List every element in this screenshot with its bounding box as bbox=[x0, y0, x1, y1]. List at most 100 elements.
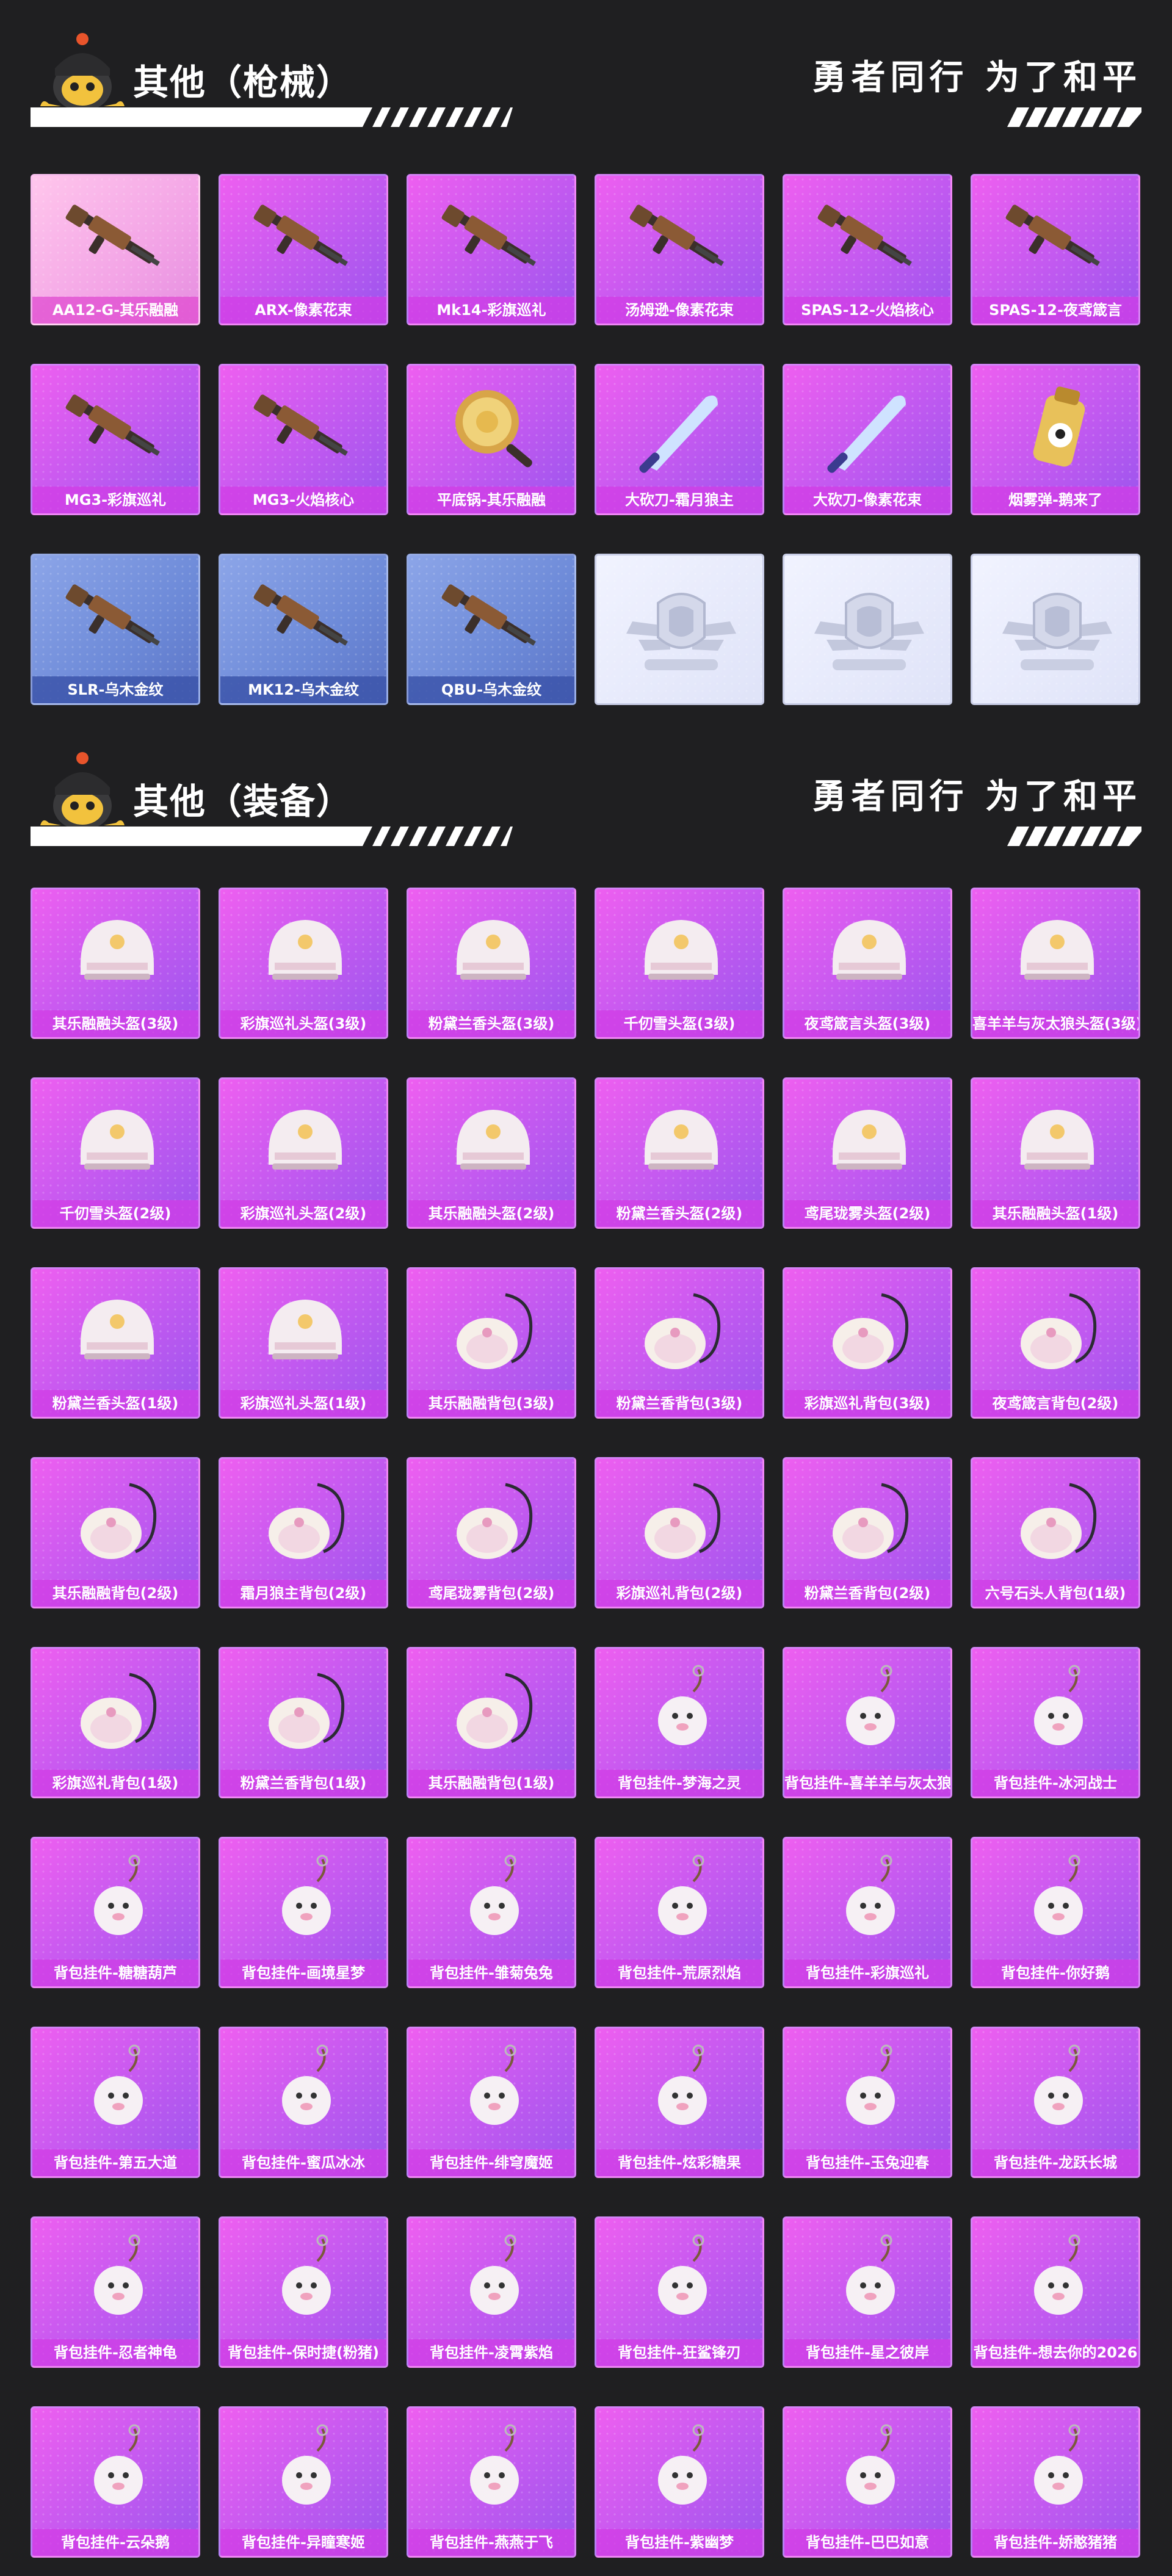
item-label: 彩旗巡礼背包(3级) bbox=[784, 1390, 950, 1417]
item-label: SPAS-12-火焰核心 bbox=[784, 297, 950, 324]
item-card[interactable]: Mk14-彩旗巡礼 bbox=[407, 174, 576, 325]
item-card[interactable]: 鸢尾珑雾背包(2级) bbox=[407, 1457, 576, 1608]
item-card[interactable]: 背包挂件-忍者神龟 bbox=[31, 2216, 200, 2368]
item-card[interactable]: SPAS-12-火焰核心 bbox=[783, 174, 952, 325]
gun-icon bbox=[250, 569, 360, 667]
item-card[interactable]: 背包挂件-彩旗巡礼 bbox=[783, 1837, 952, 1988]
item-label: 背包挂件-绯穹魔姬 bbox=[408, 2149, 574, 2176]
item-card[interactable]: 千仞雪头盔(2级) bbox=[31, 1077, 200, 1229]
item-label: 鸢尾珑雾背包(2级) bbox=[408, 1580, 574, 1607]
item-card[interactable]: 背包挂件-玉兔迎春 bbox=[783, 2027, 952, 2178]
item-card[interactable]: 背包挂件-荒原烈焰 bbox=[595, 1837, 764, 1988]
item-card[interactable]: MK12-乌木金纹 bbox=[219, 554, 388, 705]
item-card[interactable]: 其乐融融背包(2级) bbox=[31, 1457, 200, 1608]
item-card[interactable]: 汤姆逊-像素花束 bbox=[595, 174, 764, 325]
item-card[interactable]: 背包挂件-凌霄紫焰 bbox=[407, 2216, 576, 2368]
section-slogan: 勇者同行 为了和平 bbox=[812, 777, 1141, 817]
item-label: 背包挂件-异瞳寒姬 bbox=[220, 2529, 386, 2556]
item-card[interactable]: 背包挂件-炫彩糖果 bbox=[595, 2027, 764, 2178]
item-card[interactable]: 六号石头人背包(1级) bbox=[971, 1457, 1140, 1608]
item-label: 背包挂件-彩旗巡礼 bbox=[784, 1959, 950, 1986]
item-label: 夜鸢箴言头盔(3级) bbox=[784, 1010, 950, 1037]
item-card[interactable]: 其乐融融头盔(1级) bbox=[971, 1077, 1140, 1229]
item-card[interactable]: 背包挂件-雏菊兔兔 bbox=[407, 1837, 576, 1988]
item-card[interactable]: 粉黛兰香头盔(2级) bbox=[595, 1077, 764, 1229]
item-card[interactable] bbox=[783, 554, 952, 705]
item-label: 背包挂件-玉兔迎春 bbox=[784, 2149, 950, 2176]
item-card[interactable]: 彩旗巡礼背包(1级) bbox=[31, 1647, 200, 1798]
item-card[interactable]: 喜羊羊与灰太狼头盔(3级) bbox=[971, 888, 1140, 1039]
item-label: 千仞雪头盔(3级) bbox=[596, 1010, 762, 1037]
item-card[interactable]: 其乐融融头盔(2级) bbox=[407, 1077, 576, 1229]
item-card[interactable]: 彩旗巡礼背包(2级) bbox=[595, 1457, 764, 1608]
item-card[interactable]: 背包挂件-第五大道 bbox=[31, 2027, 200, 2178]
item-card[interactable]: 背包挂件-冰河战士 bbox=[971, 1647, 1140, 1798]
item-card[interactable] bbox=[971, 554, 1140, 705]
item-card[interactable]: AA12-G-其乐融融 bbox=[31, 174, 200, 325]
item-card[interactable]: 背包挂件-你好鹅 bbox=[971, 1837, 1140, 1988]
item-card[interactable]: 其乐融融背包(3级) bbox=[407, 1267, 576, 1419]
item-card[interactable]: 背包挂件-星之彼岸 bbox=[783, 2216, 952, 2368]
section-title: 其他（装备） bbox=[133, 781, 353, 822]
item-card[interactable]: 彩旗巡礼背包(3级) bbox=[783, 1267, 952, 1419]
item-card[interactable]: SPAS-12-夜鸢箴言 bbox=[971, 174, 1140, 325]
item-card[interactable]: 背包挂件-娇憨猪猪 bbox=[971, 2406, 1140, 2558]
item-card[interactable]: 夜鸢箴言背包(2级) bbox=[971, 1267, 1140, 1419]
item-card[interactable]: 粉黛兰香头盔(1级) bbox=[31, 1267, 200, 1419]
item-card[interactable]: ARX-像素花束 bbox=[219, 174, 388, 325]
item-card[interactable]: 其乐融融背包(1级) bbox=[407, 1647, 576, 1798]
item-card[interactable]: 背包挂件-绯穹魔姬 bbox=[407, 2027, 576, 2178]
item-card[interactable]: 背包挂件-龙跃长城 bbox=[971, 2027, 1140, 2178]
item-label: 其乐融融头盔(1级) bbox=[972, 1200, 1138, 1227]
item-label: 背包挂件-画境星梦 bbox=[220, 1959, 386, 1986]
item-card[interactable]: 粉黛兰香背包(3级) bbox=[595, 1267, 764, 1419]
item-label: 霜月狼主背包(2级) bbox=[220, 1580, 386, 1607]
item-card[interactable]: 彩旗巡礼头盔(1级) bbox=[219, 1267, 388, 1419]
item-card[interactable]: 背包挂件-异瞳寒姬 bbox=[219, 2406, 388, 2558]
item-card[interactable]: 背包挂件-画境星梦 bbox=[219, 1837, 388, 1988]
item-card[interactable]: 彩旗巡礼头盔(3级) bbox=[219, 888, 388, 1039]
item-card[interactable]: 霜月狼主背包(2级) bbox=[219, 1457, 388, 1608]
item-label: 背包挂件-云朵鹅 bbox=[32, 2529, 198, 2556]
item-card[interactable]: 背包挂件-狂鲨锋刃 bbox=[595, 2216, 764, 2368]
charm-icon bbox=[438, 2232, 548, 2329]
item-card[interactable]: 大砍刀-像素花束 bbox=[783, 364, 952, 515]
item-card[interactable]: 粉黛兰香背包(1级) bbox=[219, 1647, 388, 1798]
gun-icon bbox=[62, 379, 172, 477]
item-card[interactable]: 粉黛兰香头盔(3级) bbox=[407, 888, 576, 1039]
item-card[interactable]: 背包挂件-喜羊羊与灰太狼 bbox=[783, 1647, 952, 1798]
item-card[interactable]: 烟雾弹-鹅来了 bbox=[971, 364, 1140, 515]
item-card[interactable]: 背包挂件-想去你的2026 bbox=[971, 2216, 1140, 2368]
item-card[interactable]: 背包挂件-紫幽梦 bbox=[595, 2406, 764, 2558]
item-card[interactable]: 粉黛兰香背包(2级) bbox=[783, 1457, 952, 1608]
item-card[interactable]: 千仞雪头盔(3级) bbox=[595, 888, 764, 1039]
item-card[interactable]: SLR-乌木金纹 bbox=[31, 554, 200, 705]
item-card[interactable]: 背包挂件-燕燕于飞 bbox=[407, 2406, 576, 2558]
item-card[interactable]: 背包挂件-云朵鹅 bbox=[31, 2406, 200, 2558]
gun-icon bbox=[62, 569, 172, 667]
item-card[interactable]: 背包挂件-巴巴如意 bbox=[783, 2406, 952, 2558]
item-card[interactable]: 鸢尾珑雾头盔(2级) bbox=[783, 1077, 952, 1229]
item-card[interactable]: 彩旗巡礼头盔(2级) bbox=[219, 1077, 388, 1229]
helmet-icon bbox=[814, 903, 924, 1000]
item-card[interactable]: 背包挂件-蜜瓜冰冰 bbox=[219, 2027, 388, 2178]
item-card[interactable]: 其乐融融头盔(3级) bbox=[31, 888, 200, 1039]
mascot-helmet-icon bbox=[40, 33, 125, 111]
helmet-icon bbox=[1002, 903, 1112, 1000]
item-card[interactable]: MG3-火焰核心 bbox=[219, 364, 388, 515]
backpack-icon bbox=[626, 1472, 736, 1570]
item-card[interactable]: QBU-乌木金纹 bbox=[407, 554, 576, 705]
item-label: SPAS-12-夜鸢箴言 bbox=[972, 297, 1138, 324]
item-card[interactable]: 背包挂件-保时捷(粉猪) bbox=[219, 2216, 388, 2368]
machete-icon bbox=[626, 379, 736, 477]
charm-icon bbox=[814, 1852, 924, 1950]
helmet-icon bbox=[62, 903, 172, 1000]
item-card[interactable]: 平底锅-其乐融融 bbox=[407, 364, 576, 515]
item-card[interactable]: 背包挂件-梦海之灵 bbox=[595, 1647, 764, 1798]
item-card[interactable]: MG3-彩旗巡礼 bbox=[31, 364, 200, 515]
item-card[interactable]: 大砍刀-霜月狼主 bbox=[595, 364, 764, 515]
charm-icon bbox=[438, 2422, 548, 2519]
item-card[interactable] bbox=[595, 554, 764, 705]
item-card[interactable]: 背包挂件-糖糖葫芦 bbox=[31, 1837, 200, 1988]
item-card[interactable]: 夜鸢箴言头盔(3级) bbox=[783, 888, 952, 1039]
